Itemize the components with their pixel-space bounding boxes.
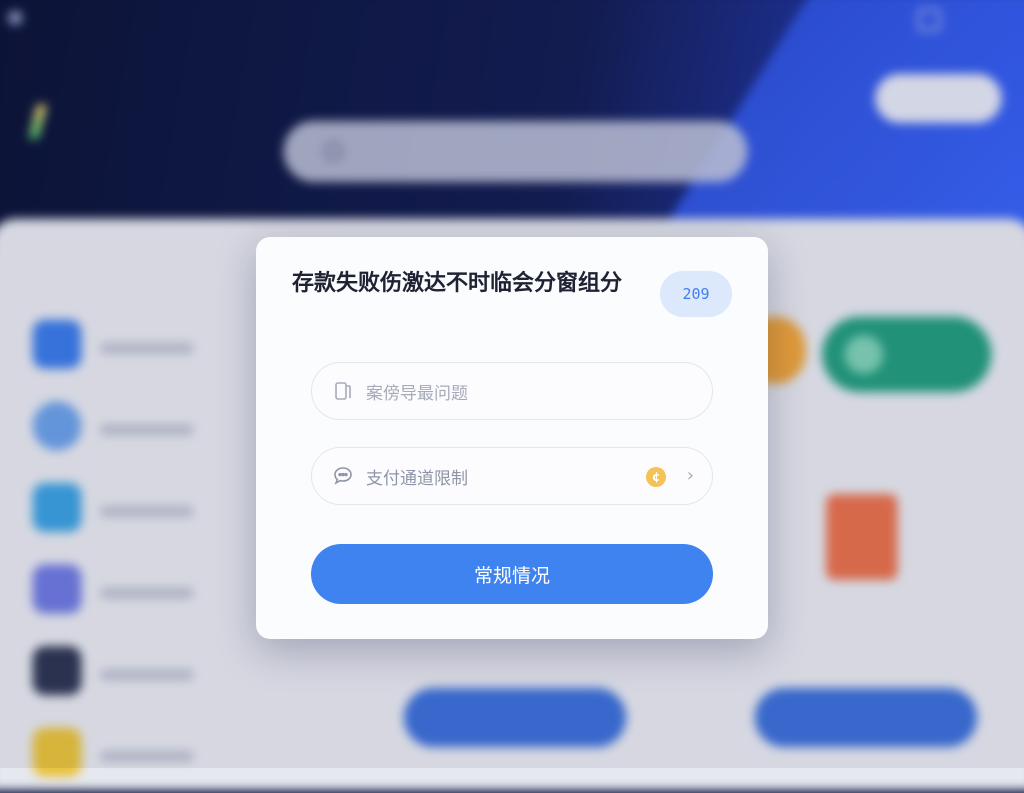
chevron-right-icon: › xyxy=(686,465,694,486)
countdown-badge: 209 xyxy=(660,271,732,317)
reason-option-1[interactable]: 案傍导最问题 xyxy=(311,362,713,420)
reason-option-1-label: 案傍导最问题 xyxy=(366,383,468,404)
reason-option-2[interactable]: 支付通道限制 ¢ › xyxy=(311,447,713,505)
normal-situation-button[interactable]: 常规情况 xyxy=(311,544,713,604)
reason-option-2-label: 支付通道限制 xyxy=(366,468,468,489)
dialog-title: 存款失败伤激达不时临会分窗组分 xyxy=(292,271,623,296)
deposit-failure-dialog: 存款失败伤激达不时临会分窗组分 209 案傍导最问题 支付通道限制 ¢ › 常规… xyxy=(256,237,768,639)
coin-icon: ¢ xyxy=(646,467,666,487)
document-icon xyxy=(332,380,354,402)
chat-bubble-icon xyxy=(332,465,354,487)
